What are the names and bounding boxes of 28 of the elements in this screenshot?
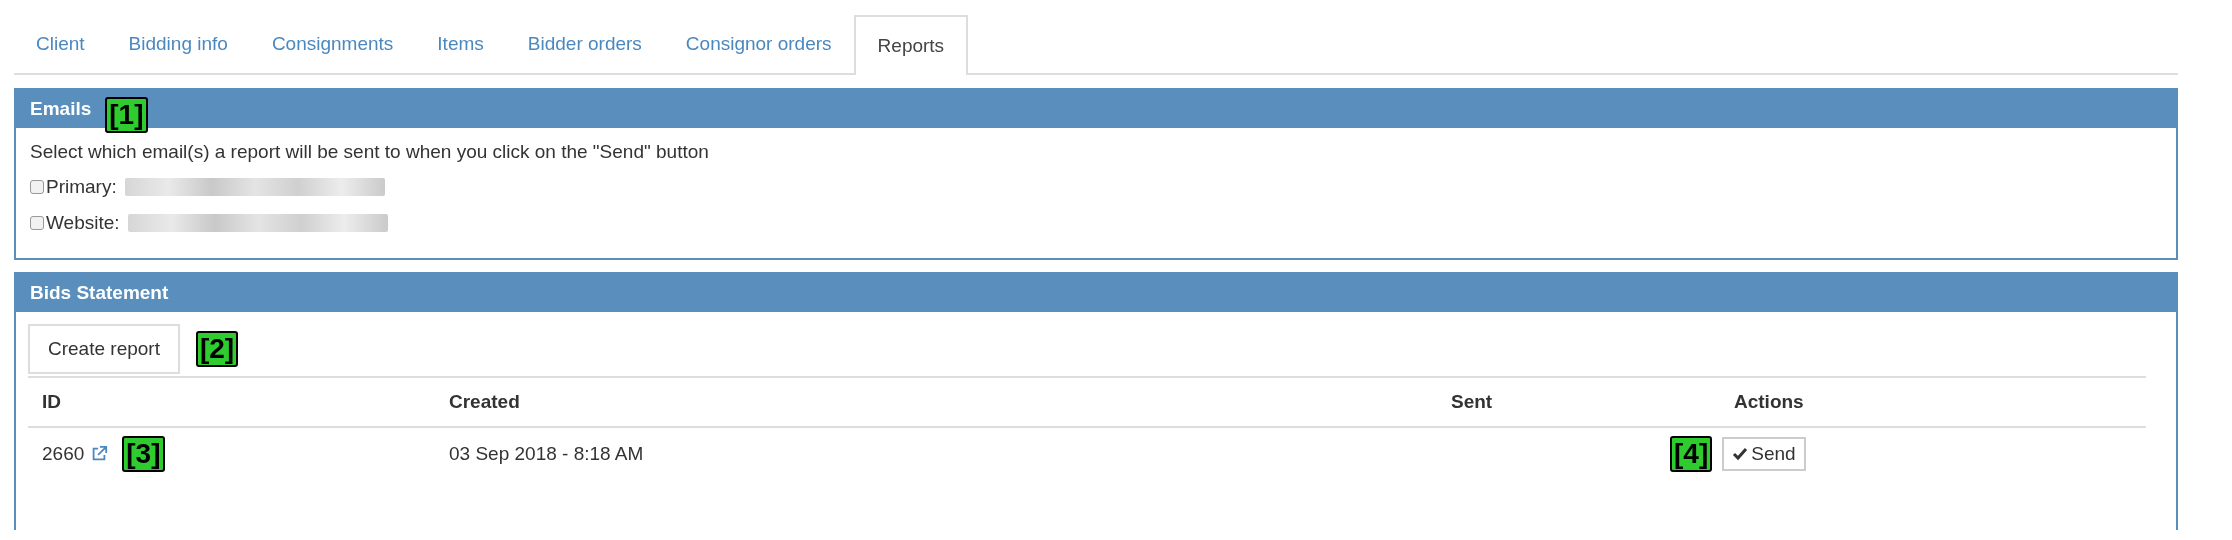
column-header: ID bbox=[42, 390, 61, 412]
callout-label: [1] bbox=[105, 97, 148, 133]
column-header: Actions bbox=[1734, 390, 1804, 412]
checkbox[interactable] bbox=[30, 179, 44, 194]
callout-label: [3] bbox=[122, 436, 165, 472]
table-cell: 03 Sep 2018 - 8:18 AM bbox=[449, 442, 644, 464]
tab[interactable]: Reports bbox=[853, 15, 969, 75]
create-report-button[interactable]: Create report bbox=[28, 324, 180, 374]
column-header: Sent bbox=[1451, 390, 1493, 412]
tab[interactable]: Bidding info bbox=[106, 15, 250, 73]
option-label: Website: bbox=[46, 211, 120, 235]
table-cell-text: 2660 bbox=[42, 441, 85, 466]
panel-title: Bids Statement bbox=[30, 280, 169, 305]
checkbox[interactable] bbox=[30, 216, 44, 231]
column-header: Created bbox=[449, 390, 520, 412]
tab[interactable]: Client bbox=[14, 15, 107, 73]
option-label: Primary: bbox=[46, 174, 117, 199]
tab[interactable]: Consignor orders bbox=[663, 15, 854, 73]
panel-title: Emails bbox=[30, 96, 92, 121]
tab[interactable]: Consignments bbox=[249, 15, 416, 73]
external-link-icon[interactable] bbox=[90, 445, 109, 463]
callout-label: [4] bbox=[1670, 436, 1713, 472]
send-button[interactable]: Send bbox=[1722, 437, 1806, 471]
callout-label: [2] bbox=[195, 331, 239, 367]
tab[interactable]: Items bbox=[415, 15, 506, 73]
tab[interactable]: Bidder orders bbox=[505, 15, 664, 73]
instruction-text: Select which email(s) a report will be sent to when you click on the "Send" button bbox=[30, 140, 710, 164]
checkmark-icon bbox=[1732, 446, 1749, 462]
